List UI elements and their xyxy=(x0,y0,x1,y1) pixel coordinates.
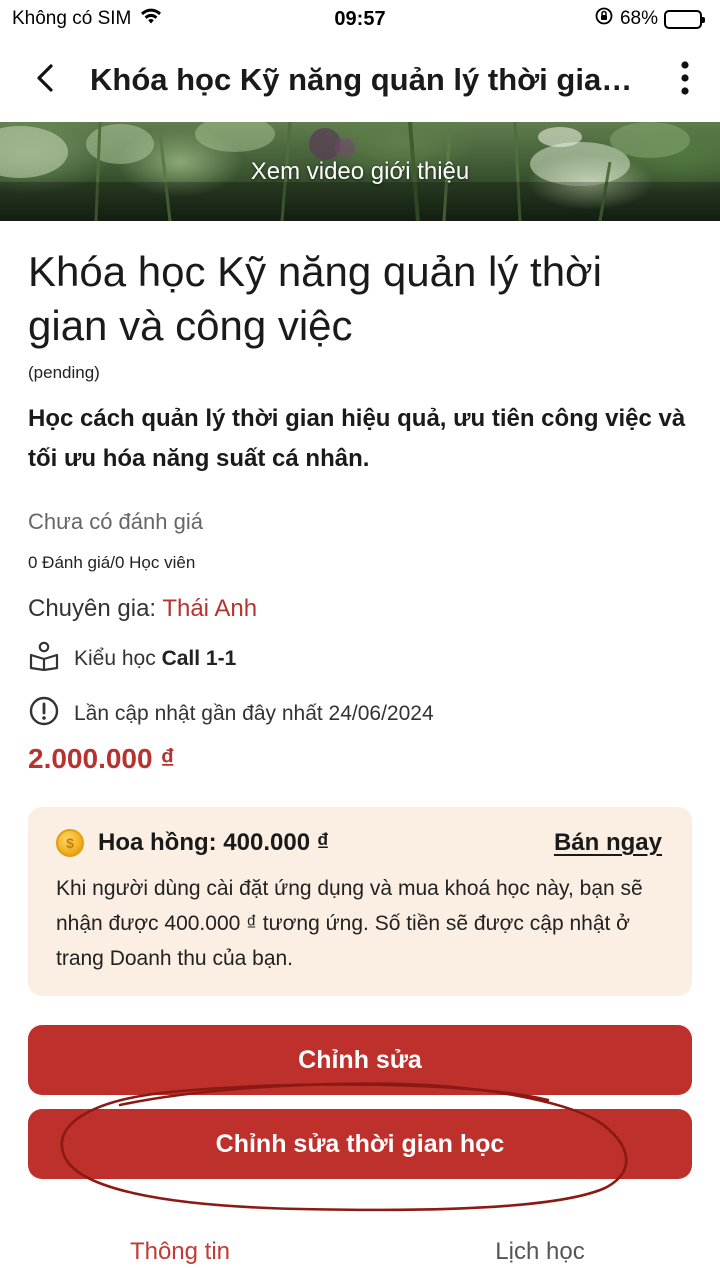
sell-now-link[interactable]: Bán ngay xyxy=(554,829,662,857)
intro-video-banner[interactable]: Xem video giới thiệu xyxy=(0,122,720,221)
course-description: Học cách quản lý thời gian hiệu quả, ưu … xyxy=(28,405,686,472)
rating-text: Chưa có đánh giá xyxy=(28,509,203,534)
learn-type-label: Kiểu học xyxy=(74,647,156,670)
course-title: Khóa học Kỹ năng quản lý thời gian và cô… xyxy=(28,248,602,349)
last-update-row: Lần cập nhật gần đây nhất 24/06/2024 xyxy=(28,695,692,733)
edit-course-button[interactable]: Chỉnh sửa xyxy=(28,1025,692,1095)
tab-schedule[interactable]: Lịch học xyxy=(360,1226,720,1280)
last-update-text: Lần cập nhật gần đây nhất 24/06/2024 xyxy=(74,702,434,725)
status-bar-left: Không có SIM xyxy=(12,7,163,31)
page-title: Khóa học Kỹ năng quản lý thời gian và cô… xyxy=(90,62,650,97)
course-price: 2.000.000 ₫ xyxy=(28,743,175,774)
tab-info[interactable]: Thông tin xyxy=(0,1226,360,1280)
intro-video-label: Xem video giới thiệu xyxy=(250,157,470,185)
chevron-left-icon xyxy=(34,63,56,98)
commission-title: $ Hoa hồng: 400.000 ₫ xyxy=(56,829,329,857)
more-options-button[interactable] xyxy=(650,40,720,120)
expert-row: Chuyên gia: Thái Anh xyxy=(28,595,692,623)
bottom-tabs: Thông tin Lịch học xyxy=(0,1226,720,1280)
carrier-label: Không có SIM xyxy=(12,8,132,29)
orientation-lock-icon xyxy=(594,6,614,32)
review-count: 0 Đánh giá/0 Học viên xyxy=(28,553,196,572)
status-bar-right: 68% xyxy=(594,6,705,32)
book-reader-icon xyxy=(28,641,60,677)
more-vertical-icon xyxy=(680,60,690,101)
course-details: Khóa học Kỹ năng quản lý thời gian và cô… xyxy=(28,221,692,996)
commission-description: Khi người dùng cài đặt ứng dụng và mua k… xyxy=(56,877,643,970)
commission-amount: Hoa hồng: 400.000 ₫ xyxy=(98,829,330,856)
commission-header: $ Hoa hồng: 400.000 ₫ Bán ngay xyxy=(56,829,662,857)
wifi-icon xyxy=(139,7,163,31)
learn-type-value: Call 1-1 xyxy=(161,647,237,670)
edit-schedule-button[interactable]: Chỉnh sửa thời gian học xyxy=(28,1109,692,1179)
coin-icon: $ xyxy=(56,829,84,857)
battery-icon xyxy=(664,9,705,29)
learn-type-text: Kiểu học Call 1-1 xyxy=(74,647,236,671)
commission-card: $ Hoa hồng: 400.000 ₫ Bán ngay Khi người… xyxy=(28,807,692,996)
expert-label: Chuyên gia: xyxy=(28,595,157,622)
expert-name-link[interactable]: Thái Anh xyxy=(162,595,257,622)
battery-percent: 68% xyxy=(619,8,658,29)
app-header: Khóa học Kỹ năng quản lý thời gian và cô… xyxy=(0,40,720,120)
back-button[interactable] xyxy=(0,40,90,120)
learn-type-row: Kiểu học Call 1-1 xyxy=(28,641,692,677)
status-bar: Không có SIM 09:57 68% xyxy=(0,0,720,38)
course-status: (pending) xyxy=(28,363,100,382)
info-circle-icon xyxy=(28,695,60,733)
